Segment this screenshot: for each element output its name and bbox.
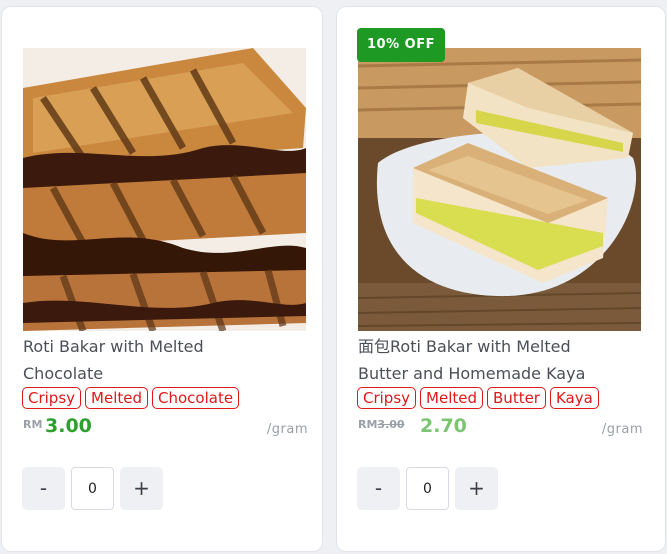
product-title-line: 面包Roti Bakar with Melted [358, 337, 571, 356]
discounted-price: 2.70 [420, 415, 467, 437]
tag: Cripsy [357, 387, 417, 409]
increase-quantity-button[interactable]: + [455, 467, 498, 510]
product-card: Roti Bakar with Melted Chocolate Cripsy … [1, 6, 323, 552]
kaya-toast-image [358, 48, 641, 331]
tag: Melted [420, 387, 484, 409]
price: 3.00 [45, 415, 92, 437]
product-image[interactable] [358, 48, 641, 331]
tag: Melted [85, 387, 149, 409]
tag: Cripsy [22, 387, 82, 409]
product-image[interactable] [23, 48, 306, 331]
currency-label: RM3.00 [358, 418, 405, 431]
tag: Butter [487, 387, 546, 409]
original-price: 3.00 [377, 418, 405, 431]
decrease-quantity-button[interactable]: - [22, 467, 65, 510]
product-tags: Cripsy Melted Butter Kaya [357, 387, 599, 409]
product-tags: Cripsy Melted Chocolate [22, 387, 240, 409]
currency-label: RM [23, 418, 43, 431]
product-title[interactable]: Roti Bakar with Melted Chocolate [23, 333, 313, 387]
price-unit: /gram [601, 422, 643, 437]
tag: Kaya [549, 387, 599, 409]
quantity-input[interactable] [406, 467, 449, 510]
price-unit: /gram [266, 422, 308, 437]
currency-code: RM [358, 418, 378, 431]
increase-quantity-button[interactable]: + [120, 467, 163, 510]
product-title[interactable]: 面包Roti Bakar with Melted Butter and Home… [358, 333, 648, 387]
price-row: RM 3.00 /gram [23, 411, 308, 443]
product-title-line: Chocolate [23, 364, 104, 383]
discount-badge: 10% OFF [357, 28, 445, 62]
product-title-line: Butter and Homemade Kaya [358, 364, 586, 383]
product-grid: Roti Bakar with Melted Chocolate Cripsy … [0, 0, 667, 554]
product-title-line: Roti Bakar with Melted [23, 337, 204, 356]
tag: Chocolate [152, 387, 240, 409]
decrease-quantity-button[interactable]: - [357, 467, 400, 510]
chocolate-toast-image [23, 48, 306, 331]
product-card: 10% OFF 面包Roti Bakar with Melted Butter … [336, 6, 666, 552]
price-row: RM3.00 2.70 /gram [358, 411, 643, 443]
quantity-input[interactable] [71, 467, 114, 510]
